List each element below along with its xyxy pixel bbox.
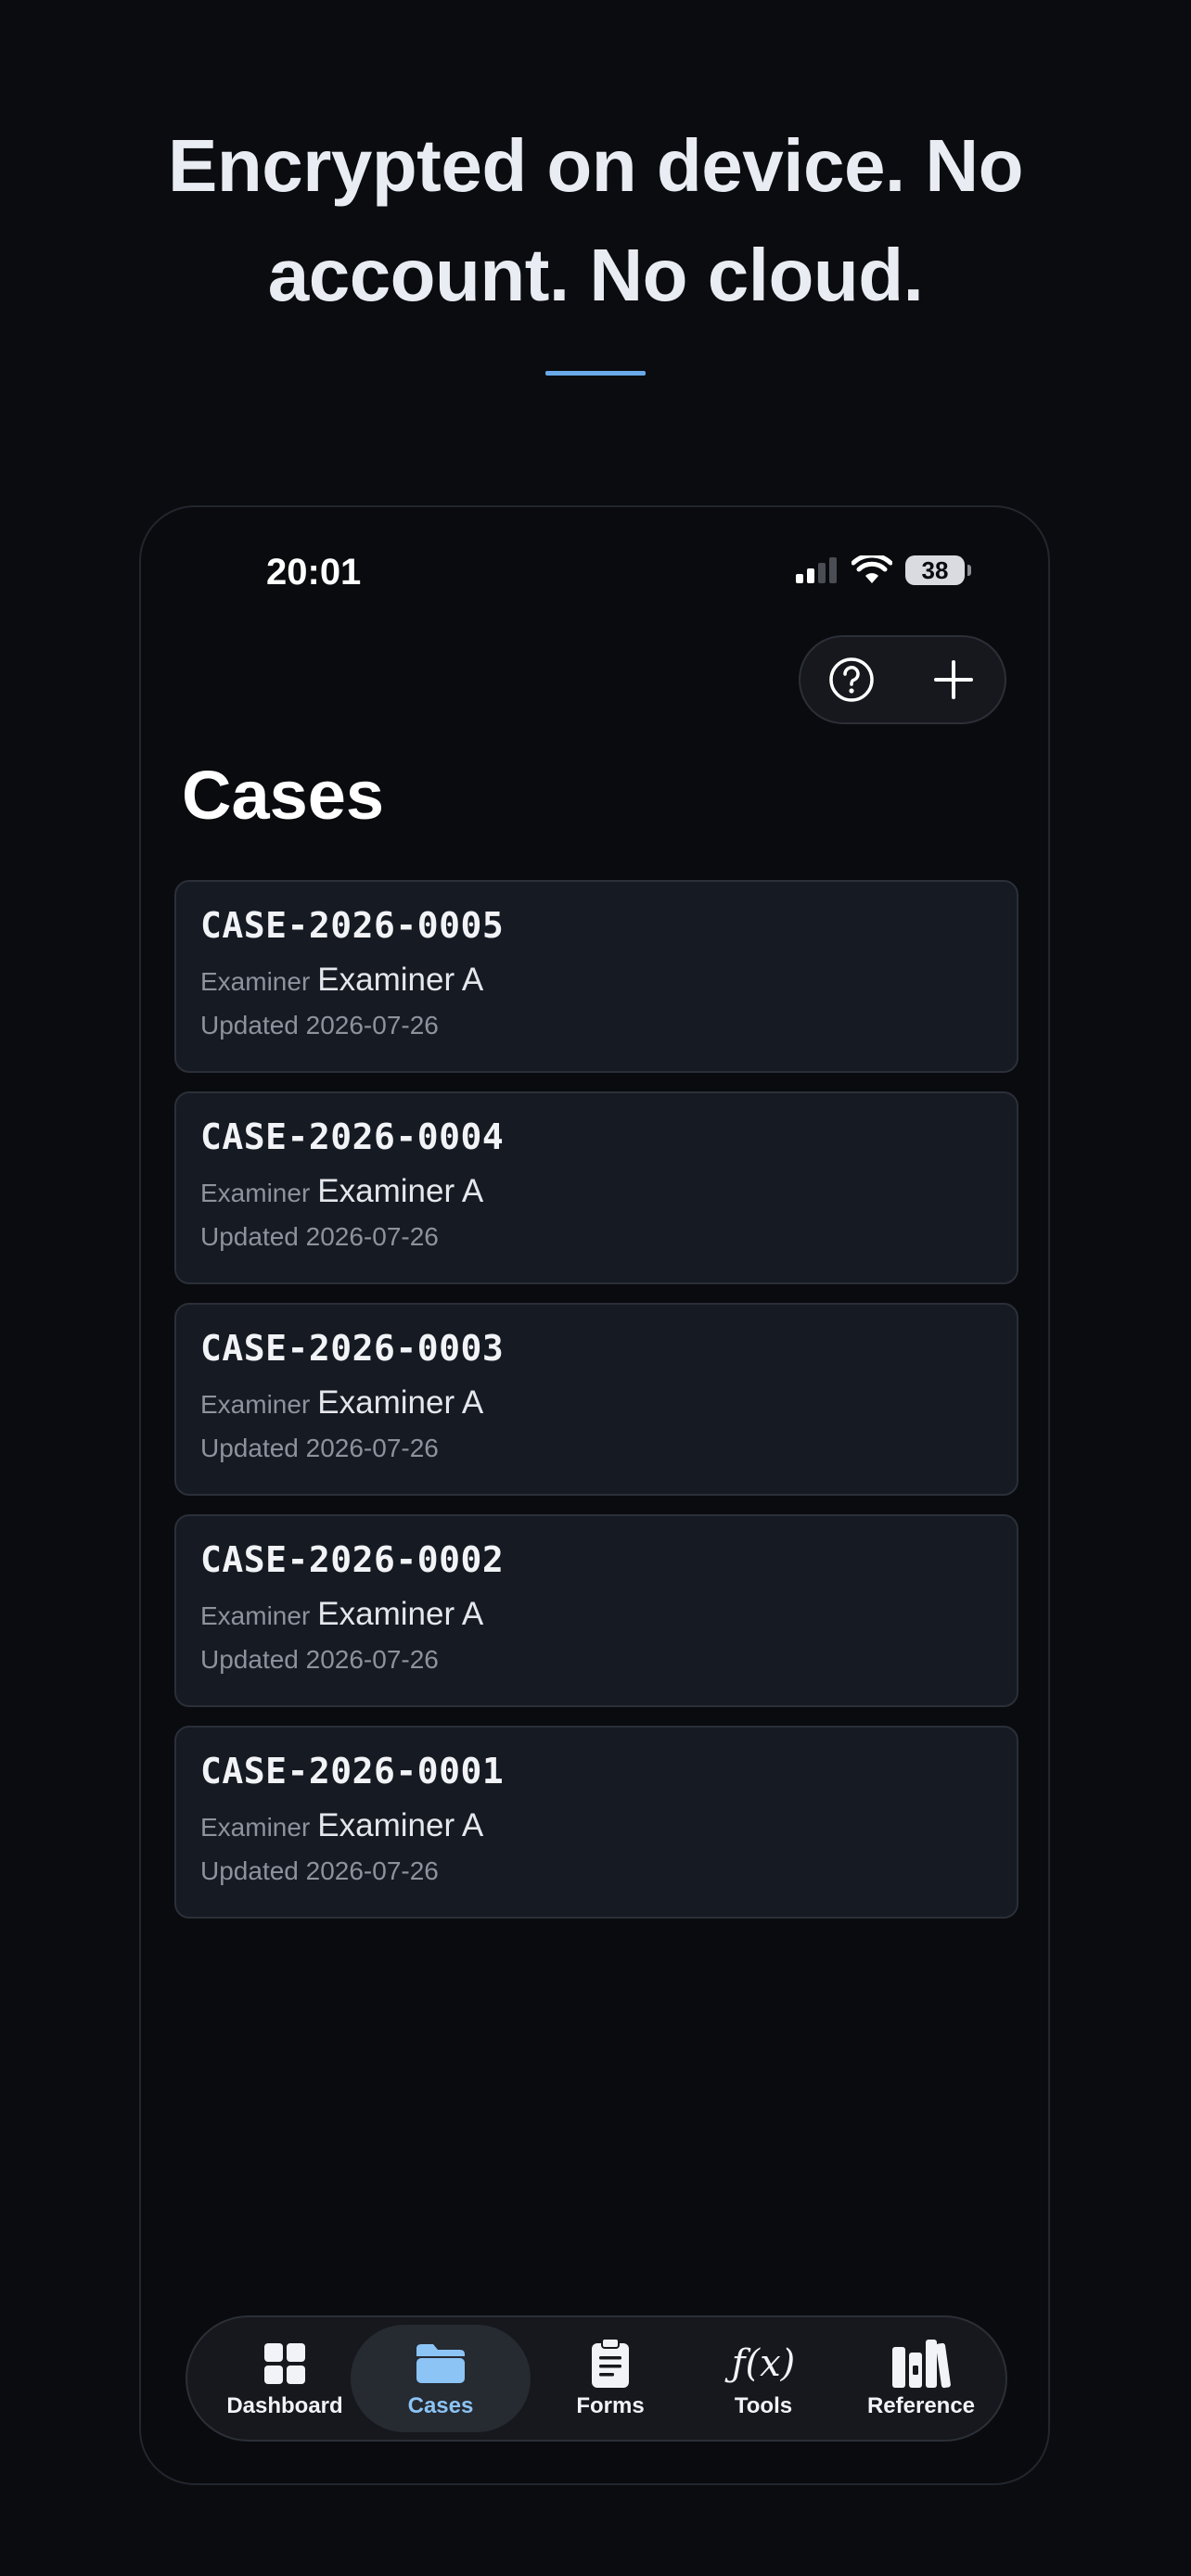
books-icon xyxy=(890,2338,952,2390)
case-updated: Updated 2026-07-26 xyxy=(200,1011,439,1039)
grid-icon xyxy=(263,2338,307,2390)
tab-dashboard[interactable]: Dashboard xyxy=(215,2325,354,2432)
phone-frame: 20:01 38 Cases CASE-2026-0005 Examiner E… xyxy=(139,505,1050,2485)
page: Encrypted on device. No account. No clou… xyxy=(0,0,1191,2576)
page-title: Cases xyxy=(182,757,385,834)
case-card[interactable]: CASE-2026-0004 Examiner Examiner A Update… xyxy=(174,1091,1018,1284)
tab-cases[interactable]: Cases xyxy=(351,2325,531,2432)
case-examiner: Examiner Examiner A xyxy=(200,962,992,999)
case-examiner: Examiner Examiner A xyxy=(200,1807,992,1844)
tab-label: Cases xyxy=(407,2393,474,2418)
case-card[interactable]: CASE-2026-0002 Examiner Examiner A Update… xyxy=(174,1514,1018,1707)
headline-line-1: Encrypted on device. No xyxy=(167,124,1024,207)
case-updated: Updated 2026-07-26 xyxy=(200,1645,439,1674)
tab-label: Forms xyxy=(576,2393,645,2418)
cellular-signal-icon xyxy=(796,557,837,583)
case-updated: Updated 2026-07-26 xyxy=(200,1856,439,1885)
case-card[interactable]: CASE-2026-0005 Examiner Examiner A Update… xyxy=(174,880,1018,1073)
examiner-value: Examiner A xyxy=(317,1596,484,1632)
wifi-icon xyxy=(852,555,892,583)
examiner-value: Examiner A xyxy=(317,1384,484,1421)
examiner-label: Examiner xyxy=(200,967,311,996)
case-id: CASE-2026-0005 xyxy=(200,905,505,946)
case-examiner: Examiner Examiner A xyxy=(200,1173,992,1210)
add-case-button[interactable] xyxy=(920,646,987,713)
folder-icon xyxy=(413,2338,468,2390)
tab-label: Tools xyxy=(734,2393,793,2418)
tab-label: Reference xyxy=(866,2393,976,2418)
case-examiner: Examiner Examiner A xyxy=(200,1384,992,1422)
battery-tip xyxy=(967,565,971,576)
examiner-label: Examiner xyxy=(200,1601,311,1630)
tab-label: Dashboard xyxy=(226,2393,343,2418)
case-card[interactable]: CASE-2026-0003 Examiner Examiner A Update… xyxy=(174,1303,1018,1496)
examiner-label: Examiner xyxy=(200,1390,311,1419)
headline-line-2: account. No cloud. xyxy=(267,234,924,316)
tab-tools[interactable]: ƒ(x) Tools xyxy=(703,2325,824,2432)
tab-forms[interactable]: Forms xyxy=(545,2325,675,2432)
case-id: CASE-2026-0004 xyxy=(200,1116,505,1157)
headline-divider xyxy=(545,371,646,376)
examiner-value: Examiner A xyxy=(317,1173,484,1209)
examiner-value: Examiner A xyxy=(317,962,484,998)
examiner-label: Examiner xyxy=(200,1179,311,1207)
case-updated: Updated 2026-07-26 xyxy=(200,1434,439,1462)
case-card[interactable]: CASE-2026-0001 Examiner Examiner A Update… xyxy=(174,1726,1018,1919)
battery-icon: 38 xyxy=(905,555,971,585)
function-glyph: ƒ(x) xyxy=(731,2342,796,2385)
case-list: CASE-2026-0005 Examiner Examiner A Update… xyxy=(174,880,1018,1937)
status-time: 20:01 xyxy=(266,552,362,593)
tab-bar: Dashboard Cases Forms ƒ(x) Tools Referen… xyxy=(186,2315,1007,2442)
function-icon: ƒ(x) xyxy=(732,2338,796,2390)
case-examiner: Examiner Examiner A xyxy=(200,1596,992,1633)
examiner-value: Examiner A xyxy=(317,1807,484,1843)
clipboard-icon xyxy=(590,2338,631,2390)
case-id: CASE-2026-0003 xyxy=(200,1328,505,1369)
plus-icon xyxy=(934,660,973,699)
case-id: CASE-2026-0001 xyxy=(200,1751,505,1792)
examiner-label: Examiner xyxy=(200,1813,311,1842)
case-updated: Updated 2026-07-26 xyxy=(200,1222,439,1251)
status-icons: 38 xyxy=(794,555,971,585)
battery-level: 38 xyxy=(921,555,949,584)
headline: Encrypted on device. No account. No clou… xyxy=(0,111,1191,330)
case-id: CASE-2026-0002 xyxy=(200,1539,505,1580)
tab-reference[interactable]: Reference xyxy=(852,2325,991,2432)
help-button[interactable] xyxy=(818,646,885,713)
toolbar-actions xyxy=(799,635,1006,724)
question-circle-icon xyxy=(829,657,874,702)
